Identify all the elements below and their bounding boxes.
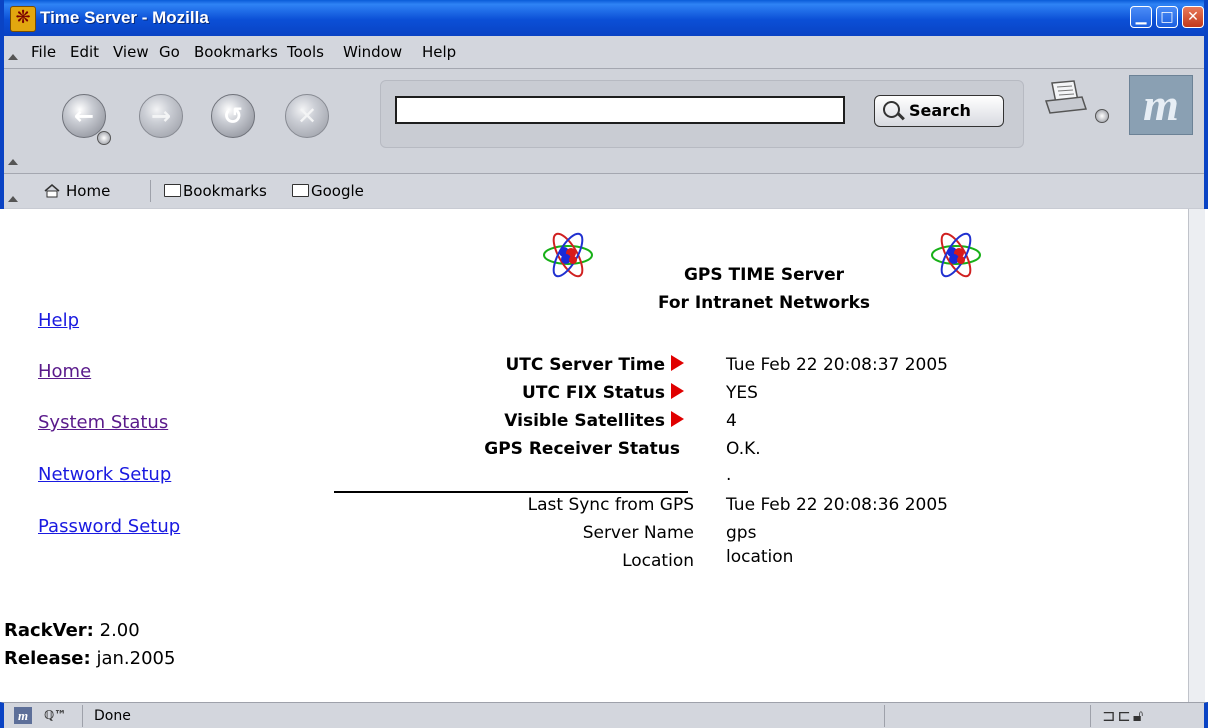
mozilla-navigator-icon[interactable]: m: [14, 707, 32, 724]
bookmarks-folder[interactable]: Bookmarks: [164, 181, 267, 201]
menu-help[interactable]: Help: [422, 42, 456, 62]
utc-time-label: UTC Server Time: [44, 353, 684, 377]
menu-view[interactable]: View: [113, 42, 149, 62]
menu-file[interactable]: File: [31, 42, 56, 62]
personal-toolbar: Home Bookmarks Google: [4, 174, 1204, 208]
status-bar: m ℚ™ Done ⊐⊏🔓︎: [0, 702, 1208, 728]
menu-bar: File Edit View Go Bookmarks Tools Window…: [4, 36, 1204, 69]
red-arrow-icon: [671, 411, 684, 427]
navigation-toolbar: ← → ↺ ✕ Search m: [4, 69, 1204, 174]
close-button[interactable]: ✕: [1182, 6, 1204, 28]
location-value: location: [726, 547, 794, 567]
home-bookmark-label: Home: [66, 182, 111, 200]
menu-edit[interactable]: Edit: [70, 42, 99, 62]
url-input[interactable]: [395, 96, 845, 124]
rackver-value: 2.00: [99, 620, 140, 641]
utc-time-value: Tue Feb 22 20:08:37 2005: [726, 355, 948, 375]
menu-bookmarks[interactable]: Bookmarks: [194, 42, 278, 62]
server-name-value: gps: [726, 523, 757, 543]
reload-icon: ↺: [222, 102, 244, 130]
nav-link-network-setup[interactable]: Network Setup: [38, 463, 171, 487]
receiver-status-value: O.K.: [726, 439, 761, 459]
security-lock-icon[interactable]: 🔓︎: [1133, 706, 1145, 725]
folder-icon: [164, 184, 181, 197]
statusbar-separator: [82, 705, 83, 727]
search-button-label: Search: [909, 101, 971, 120]
window-title: Time Server - Mozilla: [40, 8, 209, 27]
toolbox: File Edit View Go Bookmarks Tools Window…: [0, 36, 1208, 209]
search-button[interactable]: Search: [874, 95, 1004, 127]
visible-satellites-value: 4: [726, 411, 737, 431]
stop-button[interactable]: ✕: [285, 94, 329, 138]
persbar-grip-icon[interactable]: [8, 196, 18, 202]
back-arrow-icon: ←: [73, 102, 95, 130]
utc-fix-label: UTC FIX Status: [44, 381, 684, 405]
statusbar-separator: [884, 705, 885, 727]
home-icon: [44, 184, 60, 198]
menubar-grip-icon[interactable]: [8, 54, 18, 60]
red-arrow-icon: [671, 383, 684, 399]
maximize-button[interactable]: □: [1156, 6, 1178, 28]
menu-window[interactable]: Window: [343, 42, 402, 62]
menu-tools[interactable]: Tools: [287, 42, 324, 62]
statusbar-separator: [1090, 705, 1091, 727]
home-bookmark[interactable]: Home: [44, 181, 110, 201]
search-icon: [883, 101, 900, 118]
last-sync-label: Last Sync from GPS: [527, 495, 694, 515]
navbar-grip-icon[interactable]: [8, 159, 18, 165]
window-titlebar[interactable]: ❋ Time Server - Mozilla ▁ □ ✕: [0, 0, 1208, 36]
mozilla-throbber-logo[interactable]: m: [1129, 75, 1193, 135]
last-sync-value: Tue Feb 22 20:08:36 2005: [726, 495, 948, 515]
utc-fix-value: YES: [726, 383, 758, 403]
server-name-label: Server Name: [582, 523, 694, 543]
page-title: GPS TIME Server: [683, 265, 845, 285]
page-content: Help Home System Status Network Setup Pa…: [4, 209, 1188, 702]
google-folder[interactable]: Google: [292, 181, 364, 201]
mozilla-app-icon[interactable]: ❋: [10, 6, 36, 32]
chat-icon[interactable]: ℚ™: [44, 707, 70, 724]
forward-arrow-icon: →: [150, 102, 172, 130]
release-line: Release: jan.2005: [4, 647, 175, 671]
red-arrow-icon: [671, 355, 684, 371]
bookmarks-folder-label: Bookmarks: [183, 182, 267, 200]
rackver-line: RackVer: 2.00: [4, 619, 140, 643]
reload-button[interactable]: ↺: [211, 94, 255, 138]
page-subtitle: For Intranet Networks: [657, 293, 871, 313]
print-dropdown-icon[interactable]: [1095, 109, 1109, 123]
toolbar-separator: [150, 180, 151, 202]
google-folder-label: Google: [311, 182, 364, 200]
stop-icon: ✕: [296, 102, 318, 130]
print-icon[interactable]: [1044, 79, 1088, 119]
separator-dot: .: [726, 465, 732, 485]
menu-go[interactable]: Go: [159, 42, 180, 62]
receiver-status-label: GPS Receiver Status: [484, 439, 680, 459]
back-dropdown-icon[interactable]: [97, 131, 111, 145]
nav-link-help[interactable]: Help: [38, 309, 79, 333]
visible-satellites-label: Visible Satellites: [44, 409, 684, 433]
release-value: jan.2005: [96, 648, 176, 669]
content-edge: [1188, 209, 1205, 702]
forward-button[interactable]: →: [139, 94, 183, 138]
online-status-icon[interactable]: ⊐⊏: [1102, 706, 1133, 725]
location-label: Location: [622, 551, 694, 571]
minimize-button[interactable]: ▁: [1130, 6, 1152, 28]
status-text: Done: [94, 708, 131, 724]
release-label: Release:: [4, 648, 91, 669]
rackver-label: RackVer:: [4, 620, 94, 641]
folder-icon: [292, 184, 309, 197]
